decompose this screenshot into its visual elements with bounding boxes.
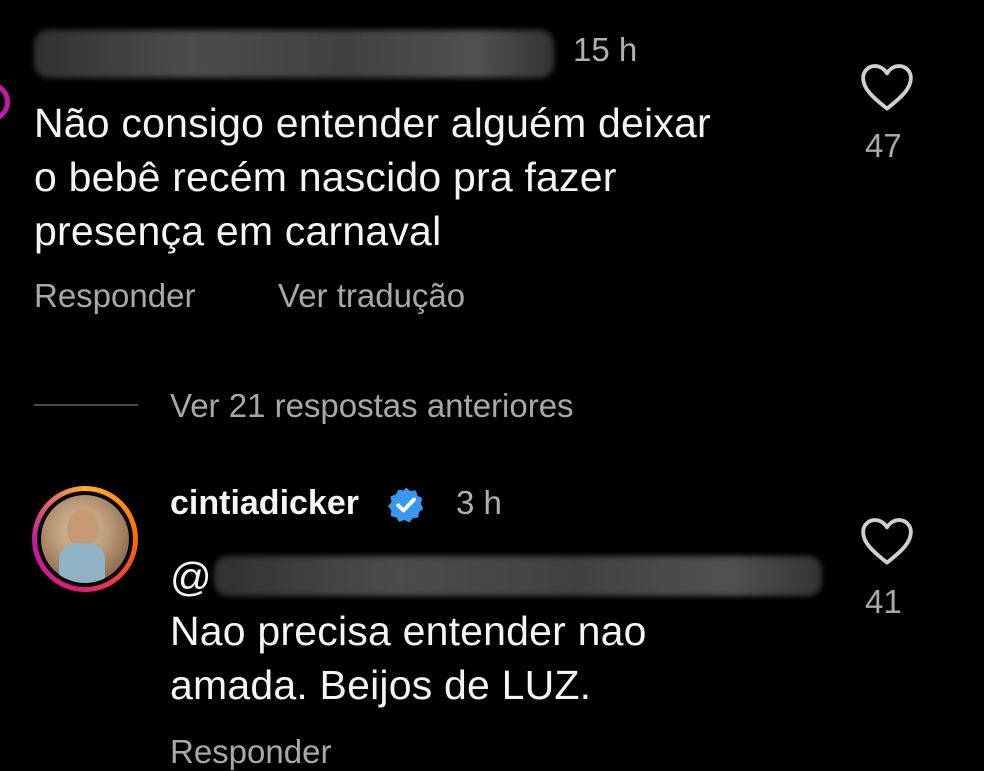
heart-icon[interactable] (859, 62, 915, 112)
comment-text-line: o bebê recém nascido pra fazer (34, 154, 617, 200)
translate-button[interactable]: Ver tradução (278, 277, 465, 315)
username[interactable]: cintiadicker (170, 484, 359, 523)
like-count: 47 (865, 127, 902, 164)
redacted-username (34, 30, 554, 78)
avatar-ring-partial[interactable] (0, 82, 10, 122)
comment-text-line: Não consigo entender alguém deixar (34, 100, 711, 146)
avatar[interactable] (32, 486, 138, 592)
comment-text-line: Nao precisa entender nao (170, 608, 647, 654)
redacted-mention (214, 556, 822, 596)
like-count: 41 (865, 583, 902, 620)
reply-button[interactable]: Responder (34, 277, 195, 315)
thread-divider (34, 404, 138, 406)
reply-button[interactable]: Responder (170, 733, 331, 771)
mention-prefix[interactable]: @ (170, 550, 212, 604)
comment-text-line: amada. Beijos de LUZ. (170, 662, 592, 708)
comment-text: Não consigo entender alguém deixar o beb… (34, 96, 834, 258)
verified-badge-icon (388, 487, 424, 523)
view-previous-replies-label[interactable]: Ver 21 respostas anteriores (170, 387, 574, 425)
comment-timestamp: 15 h (573, 31, 638, 68)
comment-text-line: presença em carnaval (34, 208, 442, 254)
comment-text: Nao precisa entender nao amada. Beijos d… (170, 604, 830, 712)
comment-timestamp: 3 h (456, 484, 502, 521)
avatar-photo (41, 495, 129, 583)
heart-icon[interactable] (859, 516, 915, 566)
